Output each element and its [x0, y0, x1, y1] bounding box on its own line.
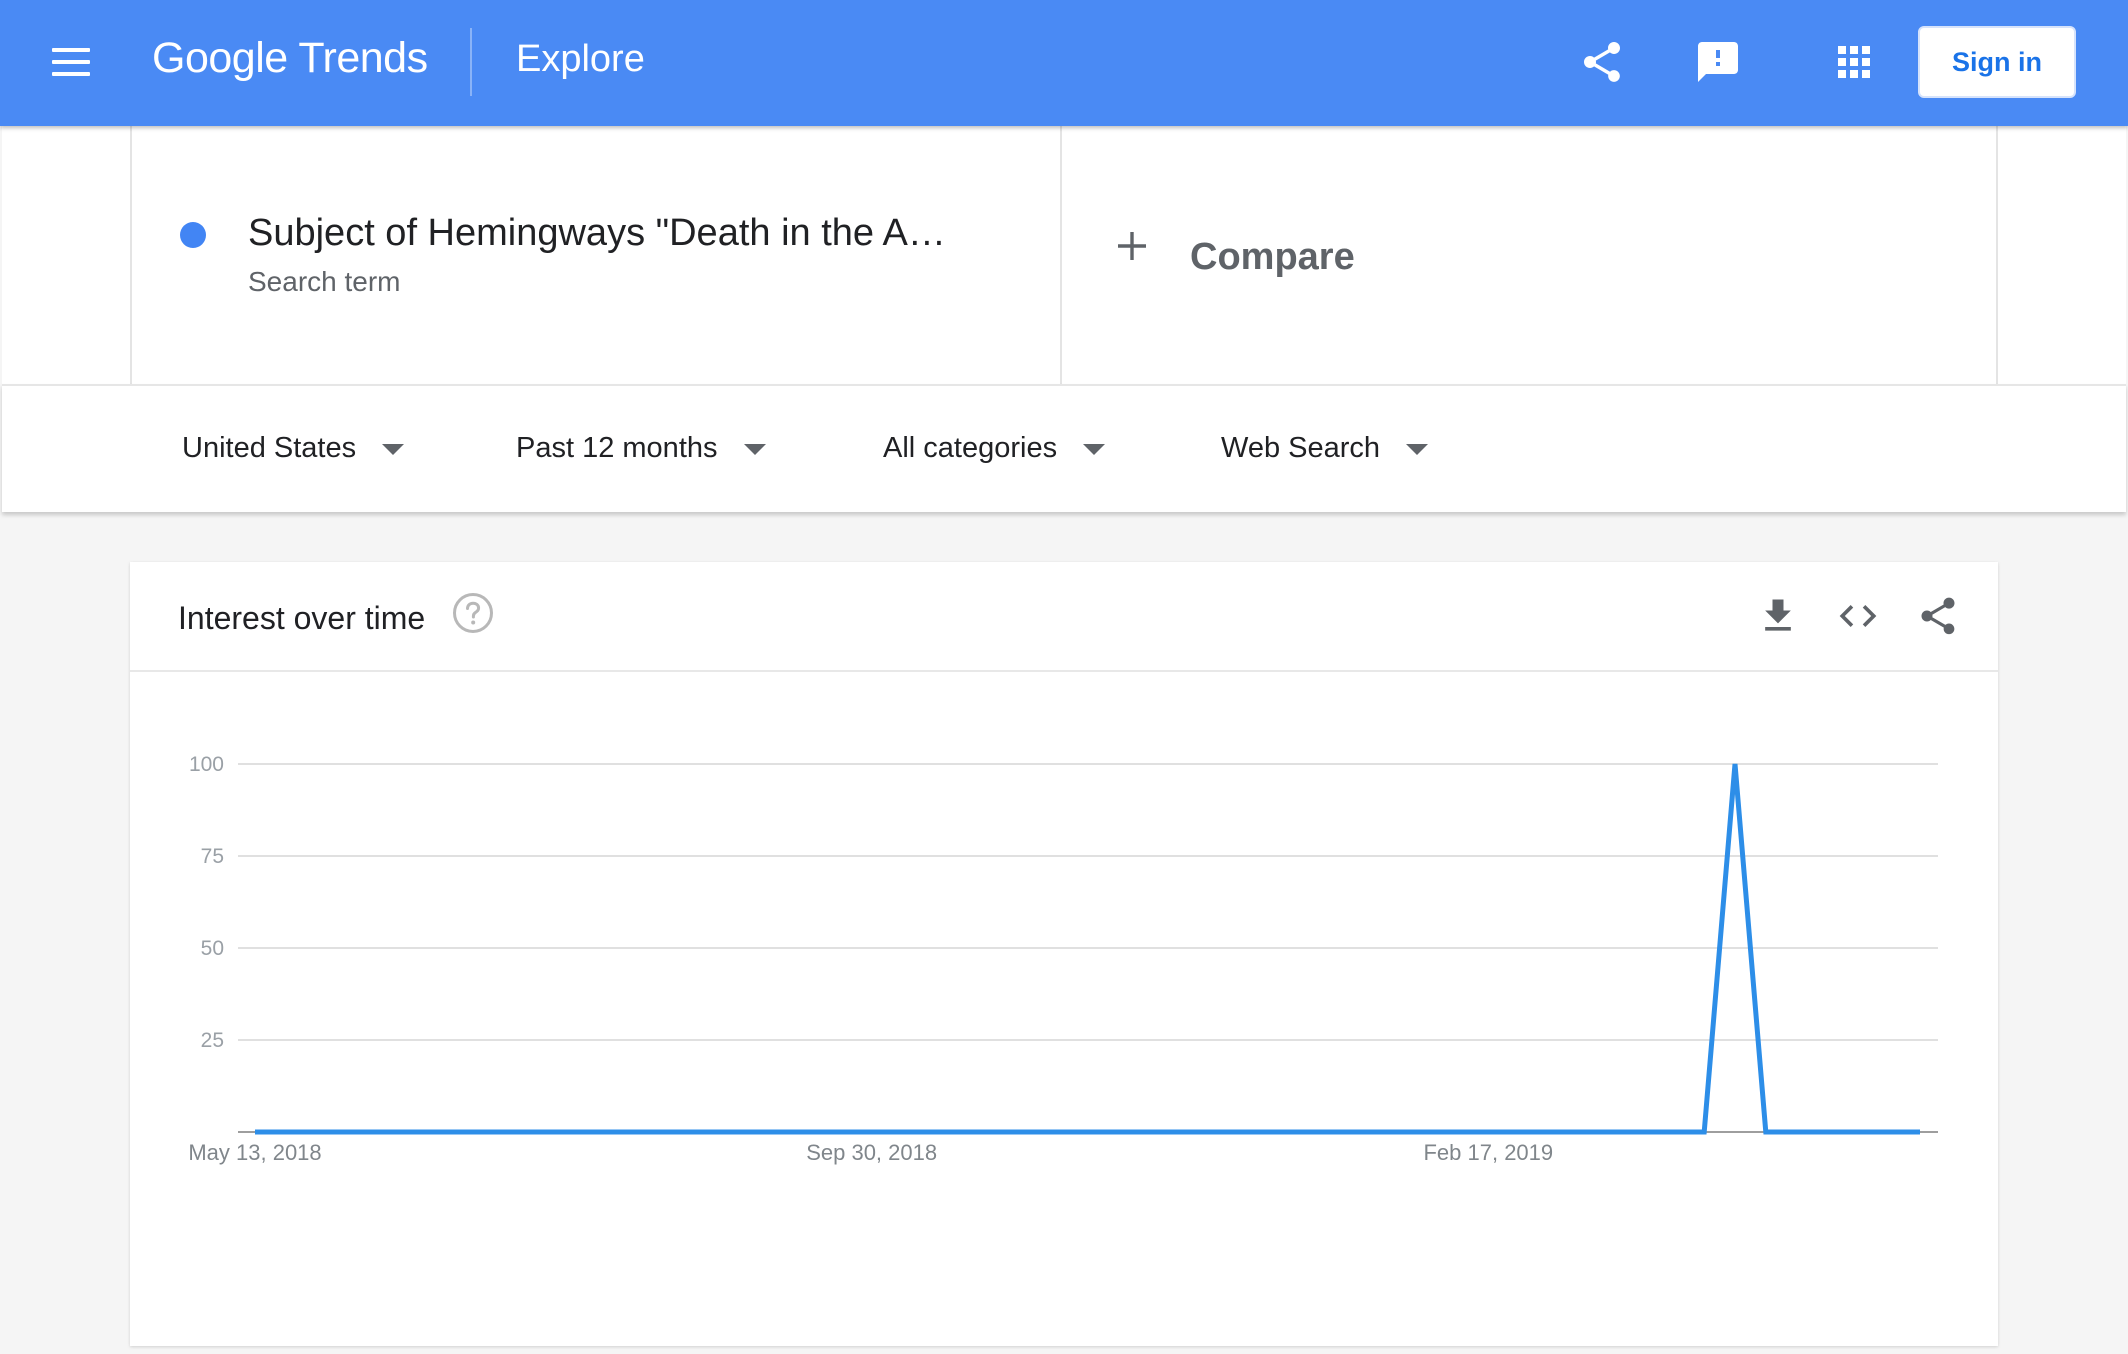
search-term-subtitle: Search term: [248, 266, 401, 297]
chevron-down-icon: [1406, 444, 1429, 455]
compare-button[interactable]: Compare: [1062, 126, 1998, 384]
search-type-dropdown[interactable]: Web Search: [1221, 432, 1429, 465]
category-value: All categories: [883, 432, 1058, 464]
logo-trends-text: Trends: [298, 34, 428, 82]
feedback-icon[interactable]: [1694, 38, 1742, 86]
menu-icon[interactable]: [52, 48, 92, 78]
embed-code-icon[interactable]: [1836, 594, 1880, 638]
share-icon[interactable]: [1916, 594, 1960, 638]
x-tick-label: May 13, 2018: [188, 1140, 321, 1165]
search-term-card[interactable]: Subject of Hemingways "Death in the A… S…: [130, 126, 1062, 384]
chevron-down-icon: [1083, 444, 1106, 455]
time-range-value: Past 12 months: [516, 432, 718, 464]
y-tick-label: 100: [189, 753, 224, 776]
y-tick-label: 50: [201, 937, 224, 960]
region-value: United States: [182, 432, 357, 464]
share-icon[interactable]: [1578, 38, 1626, 86]
time-range-dropdown[interactable]: Past 12 months: [516, 432, 766, 465]
search-term-title[interactable]: Subject of Hemingways "Death in the A…: [248, 212, 946, 255]
y-tick-label: 25: [201, 1029, 224, 1052]
interest-over-time-card: Interest over time 25 50 75 100 May 13, 2018…: [130, 562, 1998, 1346]
page-title: Explore: [516, 38, 645, 80]
card-title: Interest over time: [178, 600, 426, 636]
y-tick-label: 75: [201, 845, 224, 868]
help-icon[interactable]: [452, 592, 494, 634]
header-divider: [470, 28, 472, 96]
app-header: Google Trends Explore Sign in: [0, 0, 2128, 126]
google-trends-logo[interactable]: Google Trends: [152, 34, 428, 83]
apps-icon[interactable]: [1830, 38, 1878, 86]
region-dropdown[interactable]: United States: [182, 432, 405, 465]
x-tick-label: Sep 30, 2018: [806, 1140, 937, 1165]
plus-icon: [1116, 230, 1148, 262]
x-tick-label: Feb 17, 2019: [1423, 1140, 1553, 1165]
compare-label: Compare: [1190, 236, 1355, 278]
card-header: Interest over time: [130, 562, 1998, 672]
interest-line-chart[interactable]: 25 50 75 100 May 13, 2018 Sep 30, 2018 Feb 17,…: [130, 672, 1998, 1346]
chevron-down-icon: [382, 444, 405, 455]
term-color-dot: [180, 222, 206, 248]
search-type-value: Web Search: [1221, 432, 1381, 464]
category-dropdown[interactable]: All categories: [883, 432, 1106, 465]
sign-in-button[interactable]: Sign in: [1918, 26, 2076, 98]
download-icon[interactable]: [1756, 594, 1800, 638]
filter-bar: United States Past 12 months All categor…: [2, 384, 2126, 512]
chevron-down-icon: [743, 444, 766, 455]
logo-google-text: Google: [152, 34, 288, 82]
